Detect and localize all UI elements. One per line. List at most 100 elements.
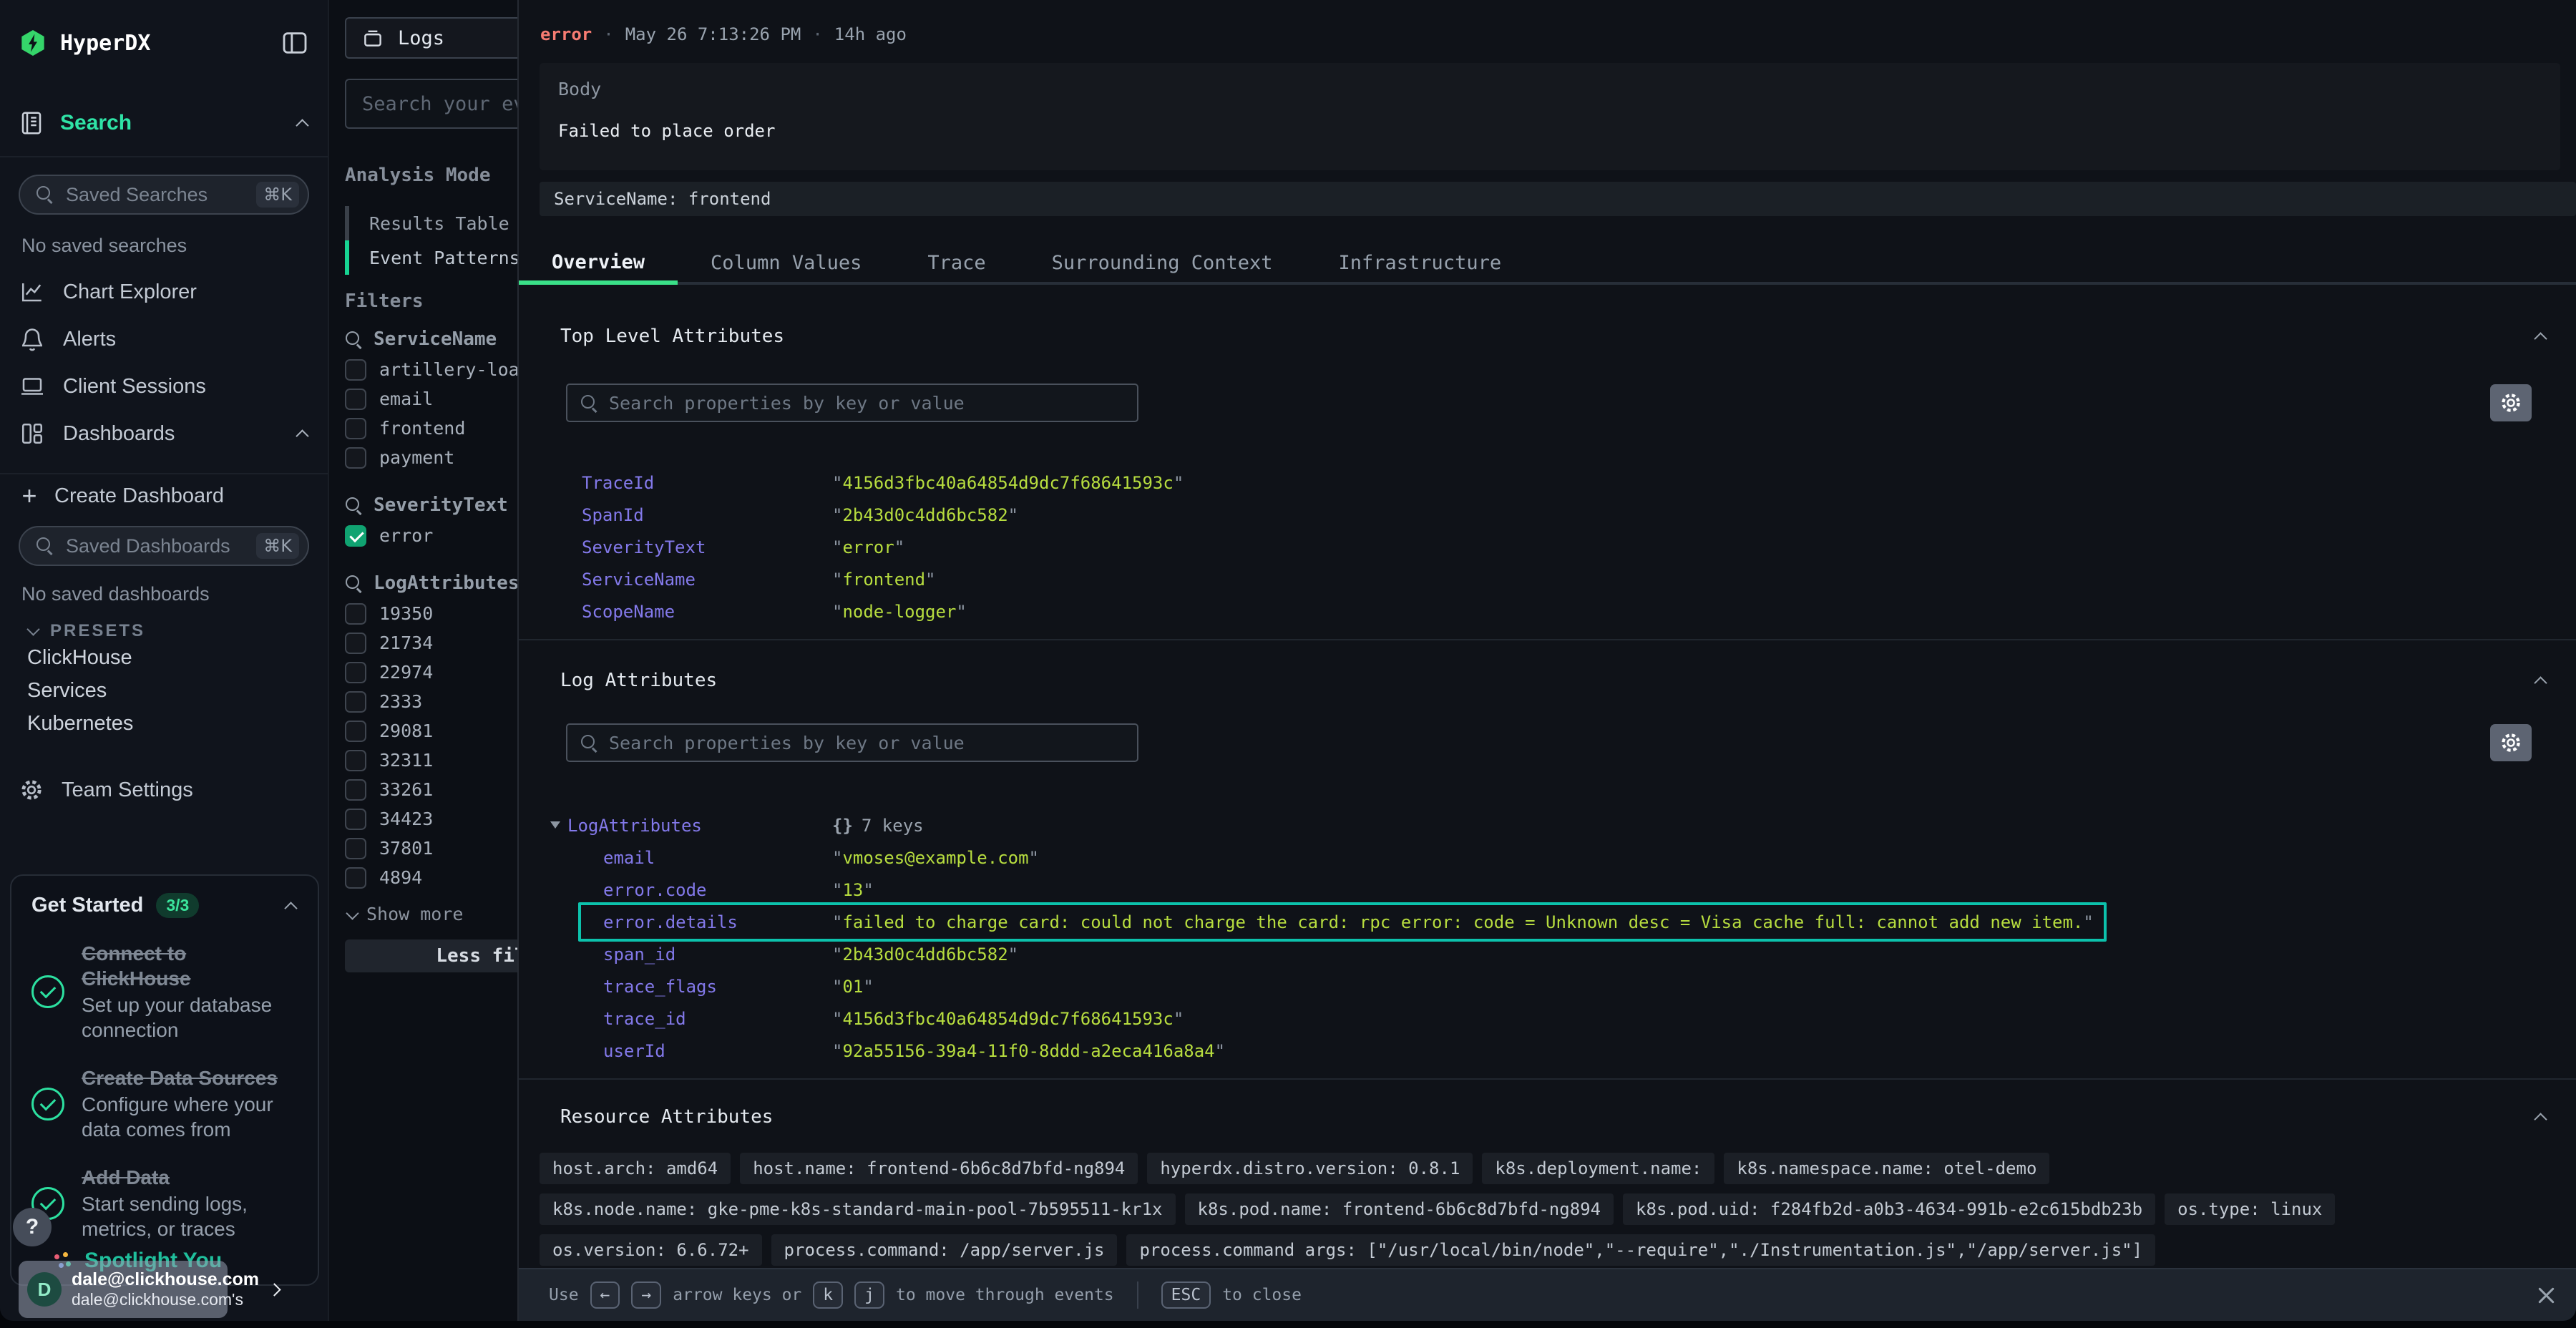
resource-attribute-chip[interactable]: hyperdx.distro.version: 0.8.1 (1147, 1153, 1473, 1184)
collapse-section-icon[interactable] (2533, 1110, 2547, 1124)
collapse-sidebar-icon[interactable] (280, 29, 309, 57)
service-name-tag[interactable]: ServiceName: frontend (540, 182, 2576, 216)
analysis-mode-option[interactable]: Event Patterns (345, 240, 517, 275)
attribute-key[interactable]: TraceId (582, 473, 832, 493)
attribute-key[interactable]: trace_id (603, 1009, 832, 1029)
facet-option[interactable]: artillery-loa (345, 355, 517, 384)
close-icon[interactable] (2534, 1284, 2557, 1307)
collapse-section-icon[interactable] (2533, 329, 2547, 343)
attribute-row[interactable]: email "vmoses@example.com" (546, 841, 2560, 874)
get-started-item[interactable]: Connect to ClickHouse Set up your databa… (31, 941, 298, 1043)
attribute-row[interactable]: trace_flags "01" (546, 970, 2560, 1002)
checkbox[interactable] (345, 603, 366, 625)
attribute-row[interactable]: SeverityText "error" (546, 531, 2560, 563)
saved-dashboards-input[interactable]: Saved Dashboards ⌘K (19, 526, 309, 566)
checkbox[interactable] (345, 867, 366, 889)
attribute-row[interactable]: error.code "13" (546, 874, 2560, 906)
facet-option[interactable]: 4894 (345, 863, 517, 892)
attribute-value[interactable]: "failed to charge card: could not charge… (832, 912, 2560, 932)
attribute-row[interactable]: ServiceName "frontend" (546, 563, 2560, 595)
resource-attribute-chip[interactable]: os.type: linux (2165, 1193, 2335, 1225)
attribute-key[interactable]: LogAttributes (567, 816, 832, 836)
checkbox[interactable] (345, 721, 366, 742)
resource-attribute-chip[interactable]: k8s.deployment.name: (1482, 1153, 1714, 1184)
resource-attribute-chip[interactable]: k8s.pod.name: frontend-6b6c8d7bfd-ng894 (1185, 1193, 1614, 1225)
chevron-up-icon[interactable] (295, 426, 309, 441)
get-started-item[interactable]: Add Data Start sending logs, metrics, or… (31, 1165, 298, 1241)
facet-option[interactable]: 29081 (345, 716, 517, 746)
attribute-key[interactable]: userId (603, 1041, 832, 1061)
attribute-row[interactable]: ScopeName "node-logger" (546, 595, 2560, 628)
search-icon[interactable] (345, 575, 362, 592)
attribute-row[interactable]: error.details "failed to charge card: co… (546, 906, 2560, 938)
attribute-value[interactable]: "node-logger" (832, 602, 2560, 622)
attribute-value[interactable]: "2b43d0c4dd6bc582" (832, 944, 2560, 965)
property-search-input[interactable]: Search properties by key or value (566, 384, 1138, 422)
attribute-value[interactable]: "01" (832, 977, 2560, 997)
attribute-key[interactable]: error.code (603, 880, 832, 900)
sidebar-item-alerts[interactable]: Alerts (19, 316, 309, 363)
sidebar-item-client-sessions[interactable]: Client Sessions (19, 363, 309, 410)
checkbox[interactable] (345, 691, 366, 713)
facet-option[interactable]: error (345, 521, 517, 550)
resource-attribute-chip[interactable]: process.command args: ["/usr/local/bin/n… (1126, 1234, 2155, 1266)
attribute-key[interactable]: SpanId (582, 505, 832, 525)
tab[interactable]: Surrounding Context (1019, 243, 1306, 285)
attribute-value[interactable]: "4156d3fbc40a64854d9dc7f68641593c" (832, 473, 2560, 493)
saved-searches-input[interactable]: Saved Searches ⌘K (19, 175, 309, 215)
section-settings-button[interactable] (2490, 384, 2532, 421)
collapse-section-icon[interactable] (2533, 673, 2547, 688)
checkbox[interactable] (345, 359, 366, 381)
sidebar-item-dashboards[interactable]: Dashboards (19, 410, 309, 457)
caret-down-icon[interactable] (550, 821, 560, 829)
attribute-key[interactable]: SeverityText (582, 537, 832, 557)
tab[interactable]: Trace (894, 243, 1018, 285)
resource-attribute-chip[interactable]: host.arch: amd64 (540, 1153, 731, 1184)
user-menu[interactable]: D dale@clickhouse.com dale@clickhouse.co… (19, 1261, 228, 1318)
attribute-row[interactable]: userId "92a55156-39a4-11f0-8ddd-a2eca416… (546, 1035, 2560, 1067)
facet-option[interactable]: 22974 (345, 658, 517, 687)
checkbox[interactable] (345, 389, 366, 410)
checkbox[interactable] (345, 779, 366, 801)
tab[interactable]: Column Values (678, 243, 894, 285)
attribute-key[interactable]: ServiceName (582, 570, 832, 590)
chevron-up-icon[interactable] (283, 899, 298, 913)
preset-dashboard-link[interactable]: Services (19, 674, 309, 707)
facet-option[interactable]: payment (345, 443, 517, 472)
facet-option[interactable]: email (345, 384, 517, 414)
sidebar-item-chart-explorer[interactable]: Chart Explorer (19, 268, 309, 316)
sidebar-item-team-settings[interactable]: Team Settings (19, 771, 309, 809)
attribute-row[interactable]: TraceId "4156d3fbc40a64854d9dc7f68641593… (546, 467, 2560, 499)
help-button[interactable]: ? (13, 1208, 52, 1246)
checkbox[interactable] (345, 525, 366, 547)
attribute-value[interactable]: "2b43d0c4dd6bc582" (832, 505, 2560, 525)
less-filters-button[interactable]: Less fil (345, 939, 517, 972)
attribute-row[interactable]: span_id "2b43d0c4dd6bc582" (546, 938, 2560, 970)
checkbox[interactable] (345, 809, 366, 830)
attribute-key[interactable]: email (603, 848, 832, 868)
facet-option[interactable]: 32311 (345, 746, 517, 775)
tab[interactable]: Overview (519, 243, 678, 285)
checkbox[interactable] (345, 838, 366, 859)
search-icon[interactable] (345, 497, 362, 514)
attribute-row[interactable]: trace_id "4156d3fbc40a64854d9dc7f6864159… (546, 1002, 2560, 1035)
attribute-key[interactable]: trace_flags (603, 977, 832, 997)
checkbox[interactable] (345, 418, 366, 439)
facet-option[interactable]: 19350 (345, 599, 517, 628)
events-search-input[interactable]: Search your ev (345, 79, 517, 129)
checkbox[interactable] (345, 447, 366, 469)
attribute-value[interactable]: "92a55156-39a4-11f0-8ddd-a2eca416a8a4" (832, 1041, 2560, 1061)
attribute-value[interactable]: "13" (832, 880, 2560, 900)
source-select[interactable]: Logs (345, 17, 517, 59)
create-dashboard-button[interactable]: + Create Dashboard (19, 477, 309, 514)
checkbox[interactable] (345, 662, 366, 683)
attribute-value[interactable]: "4156d3fbc40a64854d9dc7f68641593c" (832, 1009, 2560, 1029)
presets-toggle[interactable]: PRESETS (26, 621, 309, 641)
tab[interactable]: Infrastructure (1306, 243, 1535, 285)
property-search-input[interactable]: Search properties by key or value (566, 723, 1138, 762)
checkbox[interactable] (345, 750, 366, 771)
resource-attribute-chip[interactable]: process.command: /app/server.js (771, 1234, 1118, 1266)
resource-attribute-chip[interactable]: host.name: frontend-6b6c8d7bfd-ng894 (740, 1153, 1138, 1184)
facet-option[interactable]: 34423 (345, 804, 517, 834)
analysis-mode-option[interactable]: Results Table (345, 206, 517, 240)
